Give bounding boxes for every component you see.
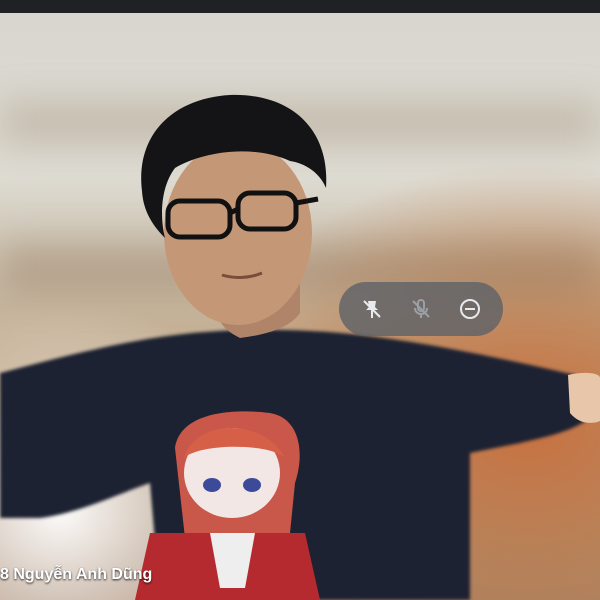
participant-figure [0,94,600,600]
remove-icon [460,299,481,319]
participant-video-feed [0,13,600,600]
hand-shape [568,372,600,423]
mic-off-icon [412,299,430,318]
top-bar [0,0,600,13]
face-shape [164,141,312,325]
remove-button[interactable] [451,290,489,328]
participant-controls [339,282,503,336]
participant-video-tile[interactable]: 8 Nguyễn Anh Dũng [0,0,600,600]
pin-button[interactable] [353,290,391,328]
mute-button[interactable] [402,290,440,328]
pin-off-icon [362,300,381,318]
participant-name: 8 Nguyễn Anh Dũng [0,566,153,583]
